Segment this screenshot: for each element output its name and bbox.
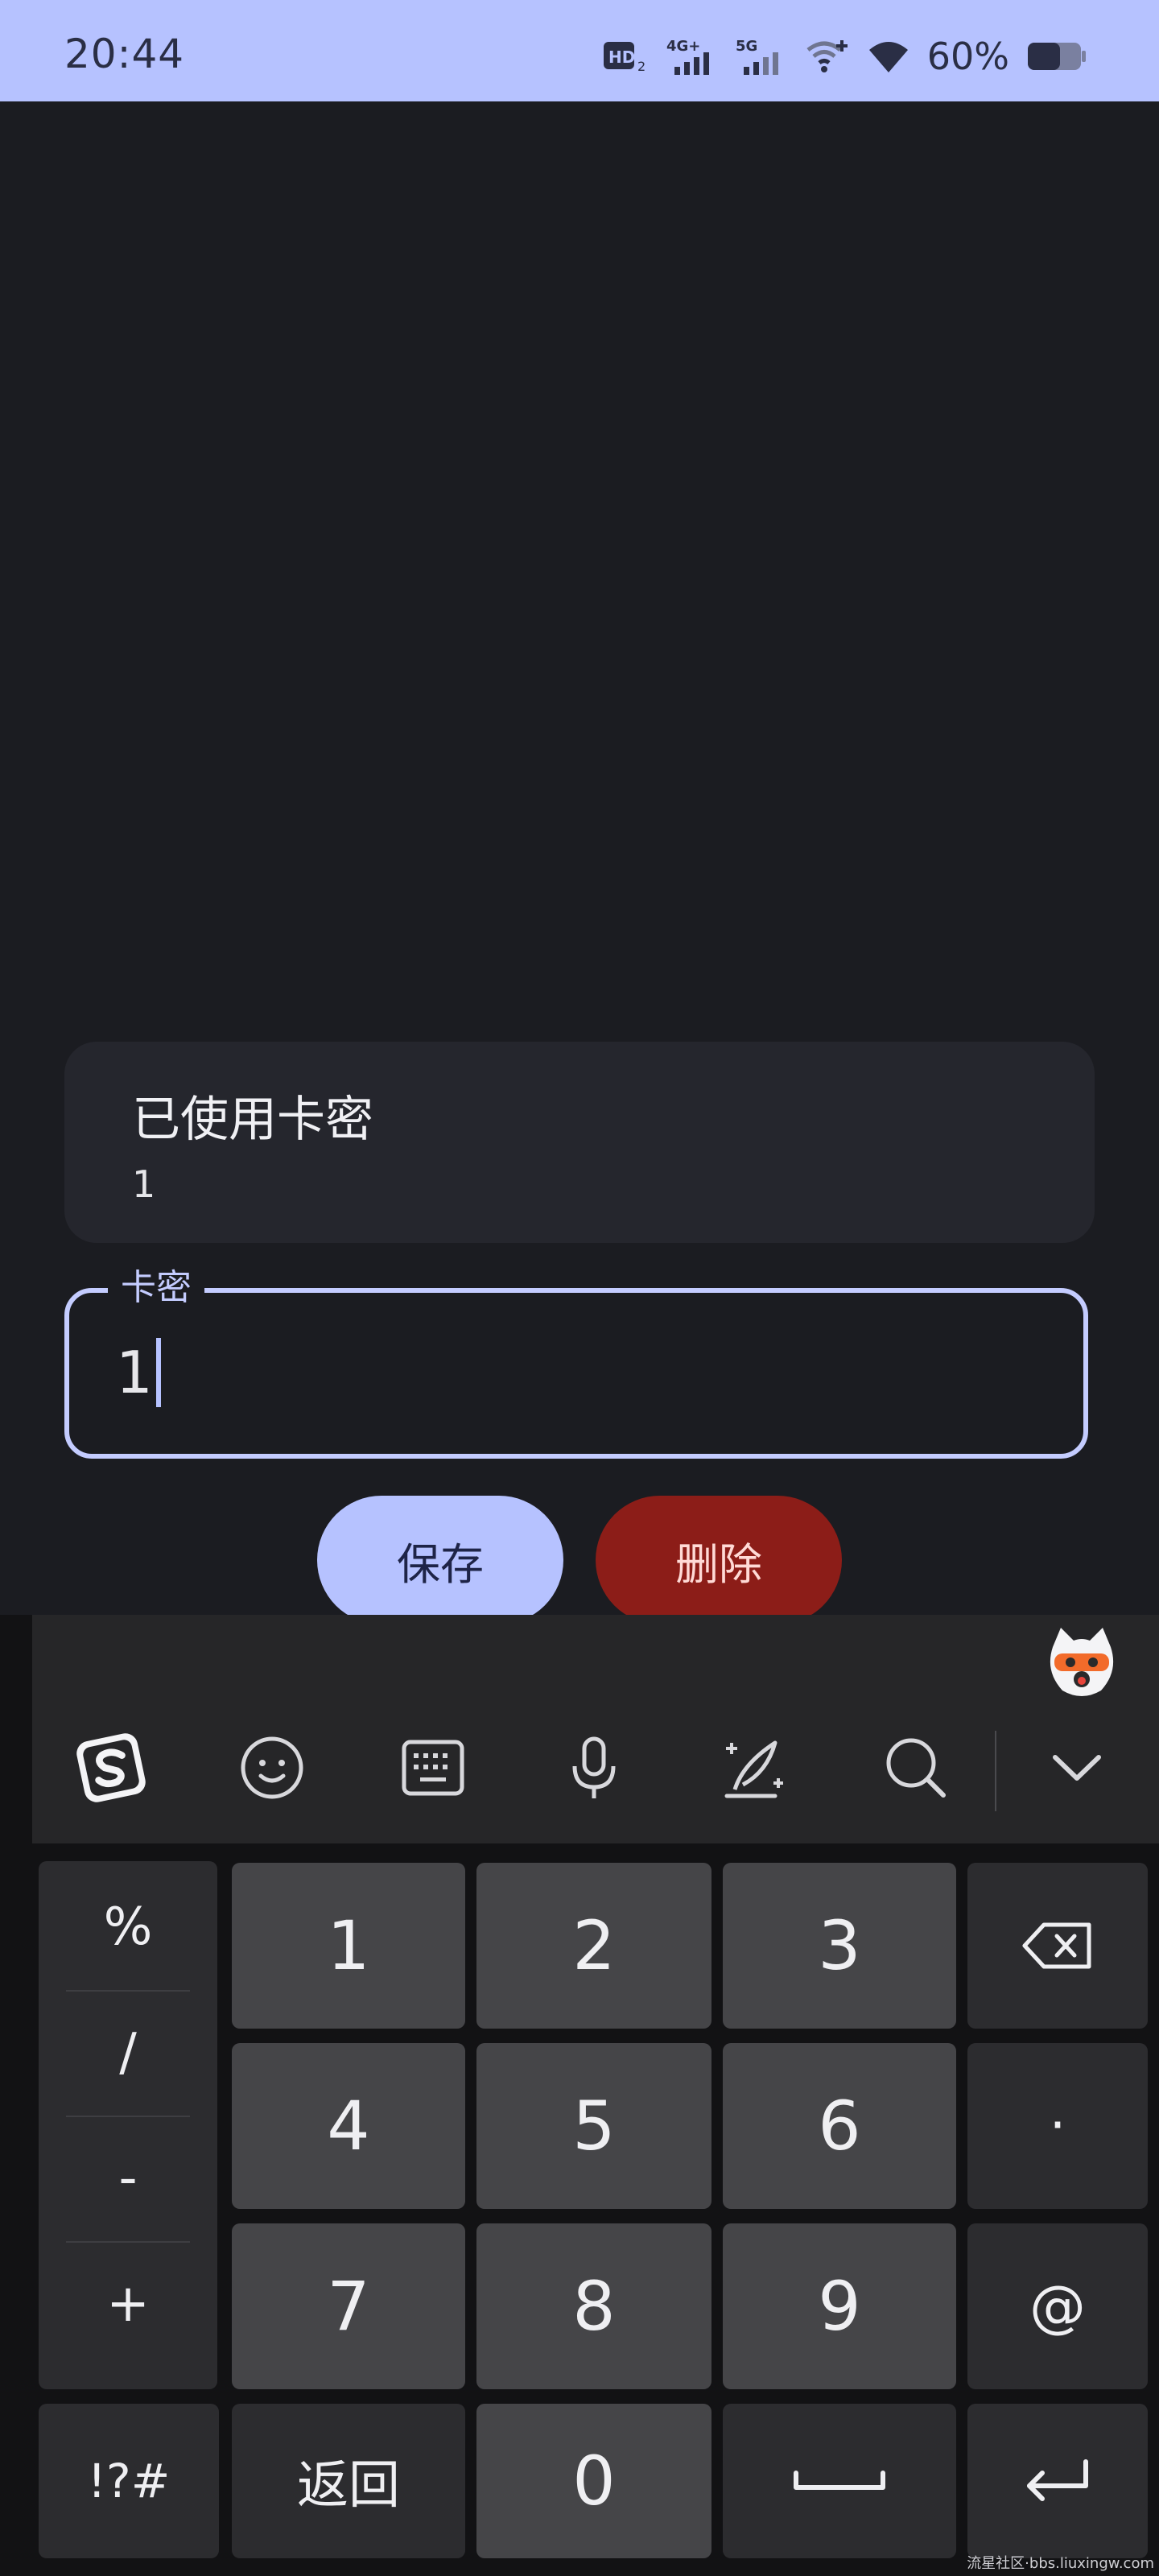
status-bar: 20:44 HD 2 4G+ 5G 60% [0,0,1159,101]
keyboard-icon[interactable] [393,1728,473,1808]
handwriting-icon[interactable] [715,1728,795,1808]
key-8[interactable]: 8 [476,2223,711,2389]
watermark: 流星社区·bbs.liuxingw.com [967,2555,1154,2572]
5g-signal-icon: 5G [736,36,787,76]
key-7[interactable]: 7 [232,2223,465,2389]
search-icon[interactable] [876,1728,956,1808]
key-6[interactable]: 6 [723,2043,956,2209]
key-2[interactable]: 2 [476,1863,711,2029]
wifi-plus-icon [805,37,850,76]
delete-button[interactable]: 删除 [596,1496,842,1624]
field-label: 卡密 [108,1264,204,1312]
emoji-icon[interactable] [232,1728,312,1808]
svg-text:4G+: 4G+ [666,38,700,55]
key-5[interactable]: 5 [476,2043,711,2209]
save-button[interactable]: 保存 [317,1496,563,1624]
card-value: 1 [132,1162,156,1206]
backspace-key[interactable] [967,1863,1148,2029]
card-key-field[interactable]: 卡密 1 [64,1264,1088,1459]
svg-text:HD: HD [608,47,635,67]
svg-text:2: 2 [637,59,645,74]
status-icons: HD 2 4G+ 5G 60% [602,32,1087,80]
key-9[interactable]: 9 [723,2223,956,2389]
symbol-key[interactable]: % [66,1864,190,1992]
used-card-key-card[interactable]: 已使用卡密 1 [64,1042,1095,1243]
key-3[interactable]: 3 [723,1863,956,2029]
svg-text:5G: 5G [736,38,757,55]
toolbar-divider [995,1731,996,1811]
back-key[interactable]: 返回 [232,2404,465,2558]
symbols-key[interactable]: !?# [39,2404,219,2558]
clock: 20:44 [64,31,185,77]
key-0[interactable]: 0 [476,2404,711,2558]
hd-icon: HD 2 [602,39,649,74]
collapse-chevron-icon[interactable] [1037,1728,1117,1808]
card-title: 已使用卡密 [132,1092,373,1148]
text-caret [155,1338,161,1407]
backspace-icon [1021,1922,1094,1970]
enter-key[interactable] [967,2404,1148,2558]
4g-signal-icon: 4G+ [666,36,718,76]
space-key[interactable] [723,2404,956,2558]
key-1[interactable]: 1 [232,1863,465,2029]
wifi-icon [868,39,909,74]
space-icon [791,2465,888,2497]
symbol-key[interactable]: / [66,1990,190,2117]
card-key-input[interactable]: 1 [116,1338,161,1407]
dot-key[interactable]: · [967,2043,1148,2209]
battery-icon [1027,40,1087,72]
keyboard-toolbar [32,1615,1159,1843]
battery-percentage: 60% [926,35,1009,78]
symbol-column[interactable]: % / - + [39,1861,217,2389]
at-key[interactable]: @ [967,2223,1148,2389]
sogou-logo-icon[interactable] [71,1728,151,1808]
input-value: 1 [116,1339,153,1406]
symbol-key[interactable]: - [66,2116,190,2243]
microphone-icon[interactable] [554,1728,634,1808]
mascot-icon[interactable] [1041,1623,1122,1703]
enter-icon [1021,2457,1094,2505]
key-4[interactable]: 4 [232,2043,465,2209]
symbol-key[interactable]: + [66,2241,190,2367]
